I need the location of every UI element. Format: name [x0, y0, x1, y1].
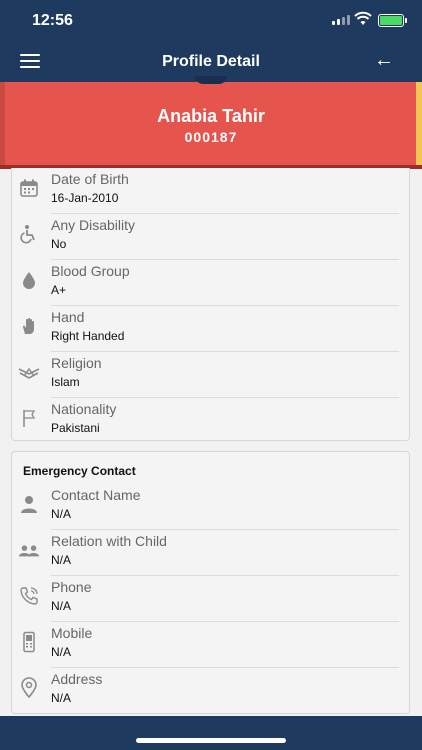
wheelchair-icon [18, 223, 40, 245]
detail-value: N/A [51, 599, 72, 613]
status-bar: 12:56 [0, 0, 422, 44]
profile-code: 000187 [184, 129, 238, 145]
detail-label: Hand [51, 309, 85, 325]
book-icon [18, 361, 40, 383]
detail-value: Islam [51, 375, 80, 389]
bottom-bar [0, 716, 422, 750]
status-time: 12:56 [32, 12, 73, 29]
arrow-left-icon[interactable]: ← [374, 49, 394, 72]
detail-label: Relation with Child [51, 533, 167, 549]
detail-value: N/A [51, 691, 72, 705]
emergency-row-contact-name: Contact Name N/A [12, 484, 409, 530]
detail-label: Mobile [51, 625, 93, 641]
detail-row-hand: Hand Right Handed [12, 306, 409, 352]
detail-row-any-disability: Any Disability No [12, 214, 409, 260]
person-icon [18, 493, 40, 515]
wifi-icon [354, 11, 372, 25]
emergency-row-address: Address N/A [12, 668, 409, 714]
flag-icon [18, 407, 40, 429]
detail-label: Nationality [51, 401, 117, 417]
signal-icon [332, 15, 350, 25]
profile-name: Anabia Tahir [157, 106, 265, 126]
detail-value: N/A [51, 645, 72, 659]
detail-label: Contact Name [51, 487, 141, 503]
mobile-icon [18, 631, 40, 653]
detail-value: Pakistani [51, 421, 100, 435]
emergency-row-relation: Relation with Child N/A [12, 530, 409, 576]
detail-value: Right Handed [51, 329, 125, 343]
detail-row-religion: Religion Islam [12, 352, 409, 398]
avatar-edge [195, 76, 227, 84]
detail-row-nationality: Nationality Pakistani [12, 398, 409, 444]
people-icon [18, 539, 40, 561]
detail-label: Any Disability [51, 217, 136, 233]
battery-icon [378, 14, 407, 27]
detail-label: Address [51, 671, 103, 687]
detail-label: Phone [51, 579, 92, 595]
detail-label: Blood Group [51, 263, 130, 279]
location-pin-icon [18, 677, 40, 699]
detail-label: Religion [51, 355, 102, 371]
detail-row-blood-group: Blood Group A+ [12, 260, 409, 306]
phone-icon [18, 585, 40, 607]
detail-row-date-of-birth: Date of Birth 16-Jan-2010 [12, 168, 409, 214]
emergency-row-phone[interactable]: Phone N/A [12, 576, 409, 622]
detail-value: N/A [51, 507, 72, 521]
calendar-icon [18, 177, 40, 199]
section-heading: Emergency Contact [23, 464, 136, 478]
blood-drop-icon [18, 269, 40, 291]
detail-label: Date of Birth [51, 171, 129, 187]
detail-value: 16-Jan-2010 [51, 191, 119, 205]
detail-value: N/A [51, 553, 72, 567]
hand-icon [18, 315, 40, 337]
detail-value: A+ [51, 283, 67, 297]
personal-details-card: Date of Birth 16-Jan-2010 Any Disability… [11, 168, 410, 441]
emergency-contact-card: Emergency Contact Contact Name N/A Relat… [11, 451, 410, 714]
page-title: Profile Detail [162, 53, 260, 70]
detail-value: No [51, 237, 67, 251]
profile-banner: Anabia Tahir 000187 [0, 76, 422, 169]
emergency-row-mobile[interactable]: Mobile N/A [12, 622, 409, 668]
home-indicator[interactable] [136, 738, 286, 743]
